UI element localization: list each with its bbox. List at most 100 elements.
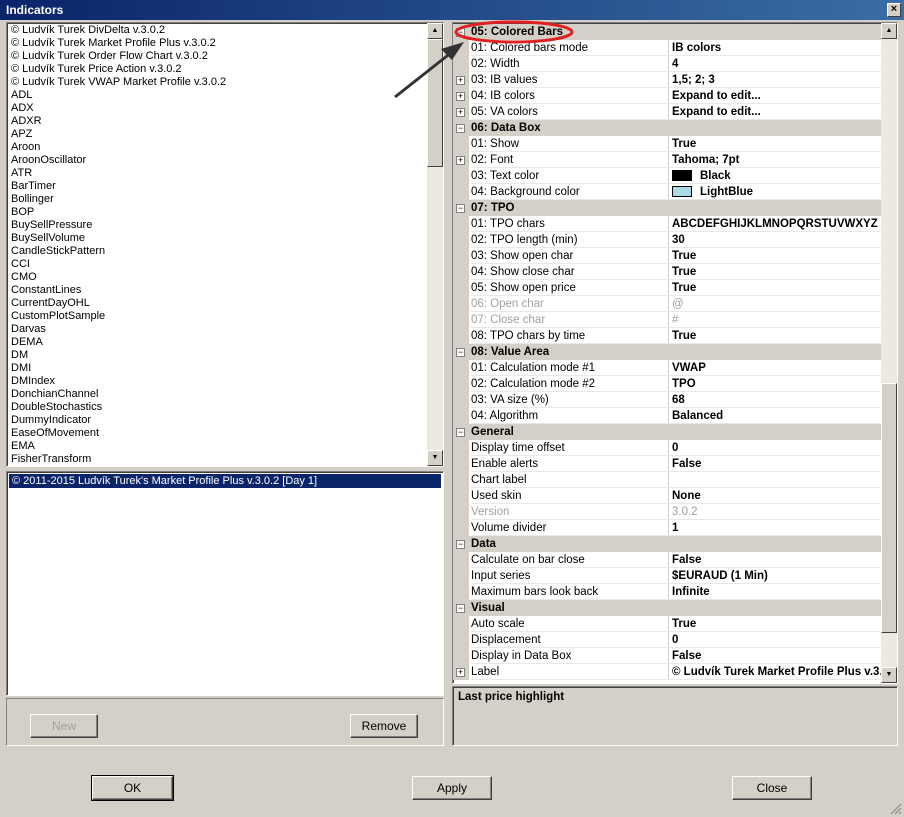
indicator-list-item[interactable]: DonchianChannel	[9, 388, 427, 401]
property-row[interactable]: Input series $EURAUD (1 Min)	[453, 568, 882, 584]
indicator-list-item[interactable]: Aroon	[9, 141, 427, 154]
property-value[interactable]: False	[668, 648, 882, 664]
indicator-list-item[interactable]: BarTimer	[9, 180, 427, 193]
indicator-list-item[interactable]: ADXR	[9, 115, 427, 128]
property-row[interactable]: 01: Show True	[453, 136, 882, 152]
collapse-icon[interactable]: −	[456, 604, 465, 613]
expand-icon[interactable]: +	[456, 108, 465, 117]
indicator-list-item[interactable]: AroonOscillator	[9, 154, 427, 167]
property-value[interactable]: None	[668, 488, 882, 504]
property-category[interactable]: − Visual	[453, 600, 882, 616]
property-value[interactable]: Balanced	[668, 408, 882, 424]
property-row[interactable]: 05: Show open price True	[453, 280, 882, 296]
indicator-list-item[interactable]: DEMA	[9, 336, 427, 349]
indicator-list-item[interactable]: © Ludvík Turek Market Profile Plus v.3.0…	[9, 37, 427, 50]
property-row[interactable]: Auto scale True	[453, 616, 882, 632]
indicator-list-item[interactable]: DMI	[9, 362, 427, 375]
property-category[interactable]: −07: TPO	[453, 200, 882, 216]
property-value[interactable]: $EURAUD (1 Min)	[668, 568, 882, 584]
property-row[interactable]: 03: Show open char True	[453, 248, 882, 264]
property-value[interactable]: 68	[668, 392, 882, 408]
property-row[interactable]: +03: IB values 1,5; 2; 3	[453, 72, 882, 88]
indicator-list-scrollbar[interactable]: ▲ ▼	[427, 23, 443, 466]
grid-scroll-thumb[interactable]	[881, 383, 897, 633]
property-value[interactable]: Expand to edit...	[668, 104, 882, 120]
property-value[interactable]: 30	[668, 232, 882, 248]
close-window-button[interactable]: ×	[887, 3, 901, 17]
grid-scroll-up-button[interactable]: ▲	[881, 23, 897, 39]
indicator-list-item[interactable]: ADL	[9, 89, 427, 102]
property-value[interactable]: False	[668, 552, 882, 568]
property-row[interactable]: Display time offset 0	[453, 440, 882, 456]
property-row[interactable]: 03: Text color Black	[453, 168, 882, 184]
property-value[interactable]: 3.0.2	[668, 504, 882, 520]
scroll-up-button[interactable]: ▲	[427, 23, 443, 39]
indicator-list-item[interactable]: © Ludvík Turek Order Flow Chart v.3.0.2	[9, 50, 427, 63]
property-row[interactable]: 07: Close char #	[453, 312, 882, 328]
indicator-list-item[interactable]: ADX	[9, 102, 427, 115]
property-value[interactable]: 4	[668, 56, 882, 72]
property-category[interactable]: −08: Value Area	[453, 344, 882, 360]
indicator-list-item[interactable]: CMO	[9, 271, 427, 284]
property-value[interactable]: 1	[668, 520, 882, 536]
property-row[interactable]: Calculate on bar close False	[453, 552, 882, 568]
scroll-down-button[interactable]: ▼	[427, 450, 443, 466]
property-row[interactable]: 02: Calculation mode #2 TPO	[453, 376, 882, 392]
property-row[interactable]: 01: Calculation mode #1 VWAP	[453, 360, 882, 376]
ok-button[interactable]: OK	[91, 775, 174, 801]
property-row[interactable]: +04: IB colors Expand to edit...	[453, 88, 882, 104]
indicator-list-item[interactable]: EaseOfMovement	[9, 427, 427, 440]
property-value[interactable]: ABCDEFGHIJKLMNOPQRSTUVWXYZ	[668, 216, 882, 232]
property-row[interactable]: 04: Background color LightBlue	[453, 184, 882, 200]
applied-indicator-item[interactable]: © 2011-2015 Ludvík Turek's Market Profil…	[9, 474, 441, 488]
property-value[interactable]	[668, 472, 882, 488]
indicator-list-item[interactable]: EMA	[9, 440, 427, 453]
property-category[interactable]: −05: Colored Bars	[453, 24, 882, 40]
property-row[interactable]: 01: TPO chars ABCDEFGHIJKLMNOPQRSTUVWXYZ	[453, 216, 882, 232]
indicator-list-item[interactable]: ConstantLines	[9, 284, 427, 297]
property-value[interactable]: TPO	[668, 376, 882, 392]
grid-scroll-down-button[interactable]: ▼	[881, 667, 897, 683]
indicator-list-item[interactable]: DoubleStochastics	[9, 401, 427, 414]
property-value[interactable]: True	[668, 248, 882, 264]
property-value[interactable]: 1,5; 2; 3	[668, 72, 882, 88]
property-row[interactable]: 02: TPO length (min) 30	[453, 232, 882, 248]
property-row[interactable]: Version 3.0.2	[453, 504, 882, 520]
indicator-list-item[interactable]: © Ludvík Turek Price Action v.3.0.2	[9, 63, 427, 76]
indicator-list-item[interactable]: ATR	[9, 167, 427, 180]
expand-icon[interactable]: +	[456, 76, 465, 85]
apply-button[interactable]: Apply	[412, 776, 492, 800]
expand-icon[interactable]: +	[456, 668, 465, 677]
collapse-icon[interactable]: −	[456, 428, 465, 437]
indicator-list-item[interactable]: DMIndex	[9, 375, 427, 388]
indicator-list-item[interactable]: BOP	[9, 206, 427, 219]
indicator-list-item[interactable]: CCI	[9, 258, 427, 271]
property-row[interactable]: Maximum bars look back Infinite	[453, 584, 882, 600]
property-row[interactable]: Enable alerts False	[453, 456, 882, 472]
property-row[interactable]: 08: TPO chars by time True	[453, 328, 882, 344]
property-row[interactable]: 01: Colored bars mode IB colors	[453, 40, 882, 56]
property-value[interactable]: Tahoma; 7pt	[668, 152, 882, 168]
property-value[interactable]: True	[668, 328, 882, 344]
property-category[interactable]: − General	[453, 424, 882, 440]
indicator-list-item[interactable]: © Ludvík Turek DivDelta v.3.0.2	[9, 24, 427, 37]
property-grid-scrollbar[interactable]: ▲ ▼	[881, 23, 897, 683]
close-button[interactable]: Close	[732, 776, 812, 800]
resize-grip-icon[interactable]	[890, 803, 902, 815]
property-value[interactable]: VWAP	[668, 360, 882, 376]
property-row[interactable]: Chart label	[453, 472, 882, 488]
property-row[interactable]: + Label © Ludvík Turek Market Profile Plus…	[453, 664, 882, 680]
property-value[interactable]: Infinite	[668, 584, 882, 600]
indicator-list[interactable]: © Ludvík Turek DivDelta v.3.0.2 © Ludvík …	[6, 22, 444, 467]
property-value[interactable]: @	[668, 296, 882, 312]
property-value[interactable]: True	[668, 264, 882, 280]
collapse-icon[interactable]: −	[456, 540, 465, 549]
indicator-list-item[interactable]: CurrentDayOHL	[9, 297, 427, 310]
property-value[interactable]: 0	[668, 632, 882, 648]
property-grid[interactable]: −05: Colored Bars 01: Colored bars mode IB…	[452, 22, 898, 684]
collapse-icon[interactable]: −	[456, 124, 465, 133]
property-row[interactable]: 06: Open char @	[453, 296, 882, 312]
property-value[interactable]: True	[668, 616, 882, 632]
property-row[interactable]: 02: Width 4	[453, 56, 882, 72]
remove-button[interactable]: Remove	[350, 714, 418, 738]
